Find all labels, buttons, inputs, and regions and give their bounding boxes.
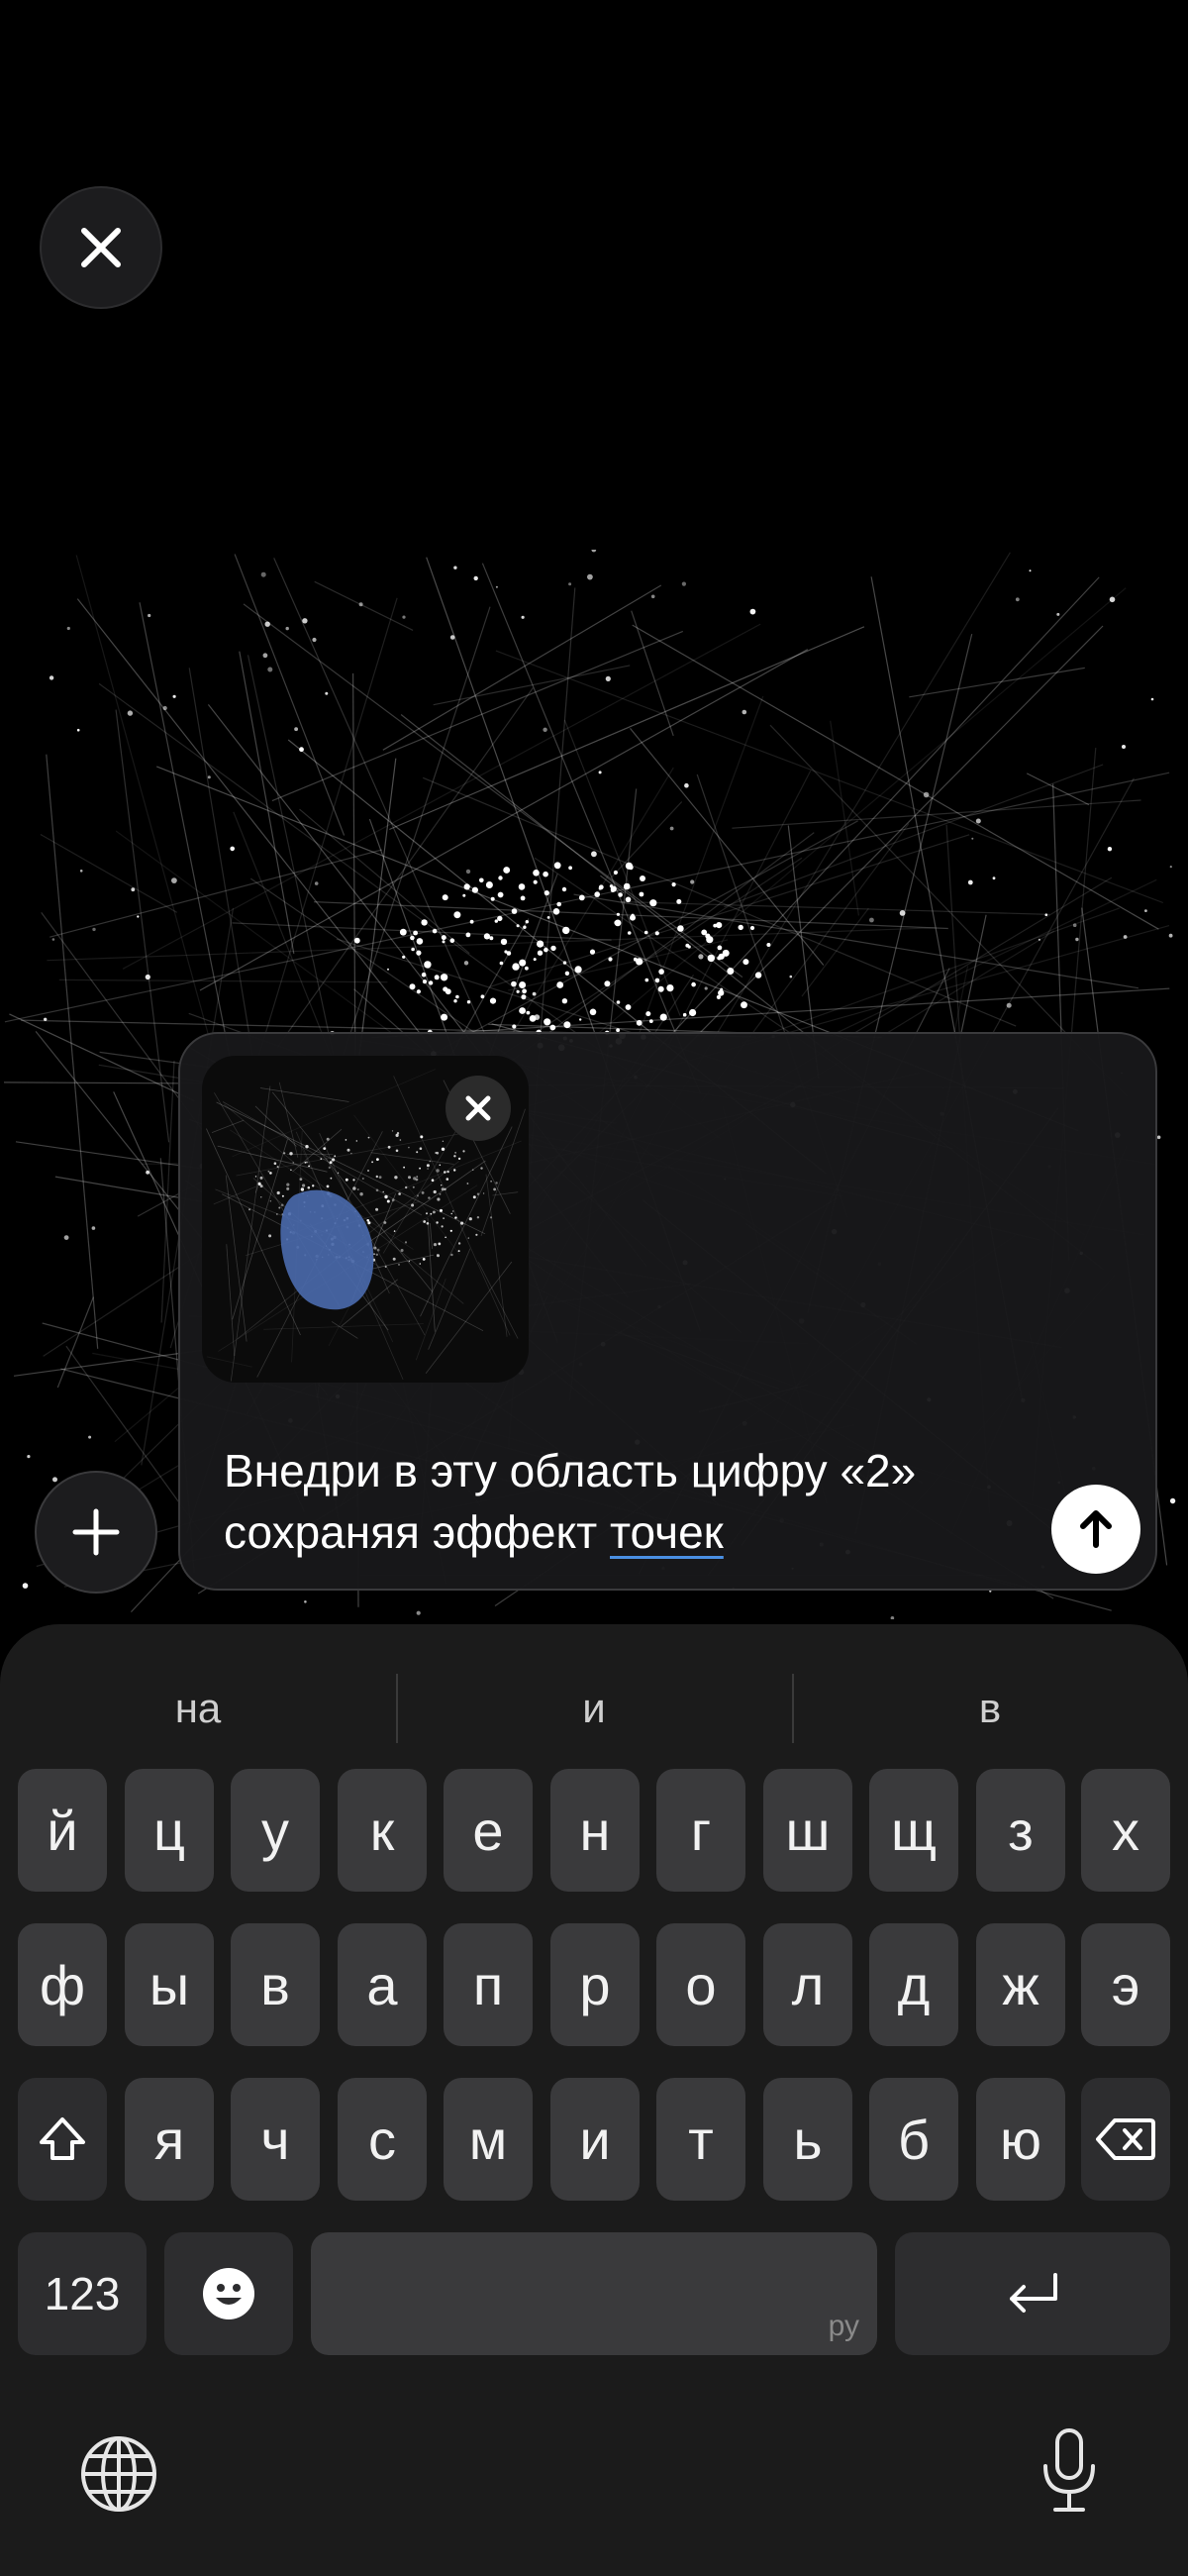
key[interactable]: я xyxy=(125,2078,214,2201)
remove-attachment-button[interactable] xyxy=(446,1076,511,1141)
microphone-button[interactable] xyxy=(1022,2417,1117,2525)
keyboard: на и в й ц у к е н г ш щ з х ф ы в а п р… xyxy=(0,1624,1188,2576)
space-language-hint: ру xyxy=(828,2310,859,2342)
suggestion-3[interactable]: в xyxy=(792,1654,1188,1763)
globe-icon xyxy=(81,2436,156,2512)
shift-icon xyxy=(40,2117,85,2160)
key[interactable]: ш xyxy=(763,1769,852,1892)
plus-icon xyxy=(72,1508,120,1556)
prompt-underlined-word: точек xyxy=(610,1506,724,1558)
key[interactable]: и xyxy=(550,2078,640,2201)
key[interactable]: з xyxy=(976,1769,1065,1892)
key[interactable]: т xyxy=(656,2078,745,2201)
key[interactable]: ы xyxy=(125,1923,214,2046)
key[interactable]: э xyxy=(1081,1923,1170,2046)
prompt-line-2: сохраняя эффект xyxy=(224,1506,610,1558)
key[interactable]: м xyxy=(444,2078,533,2201)
send-button[interactable] xyxy=(1051,1485,1140,1574)
key[interactable]: в xyxy=(231,1923,320,2046)
key[interactable]: р xyxy=(550,1923,640,2046)
key[interactable]: ц xyxy=(125,1769,214,1892)
numbers-key[interactable]: 123 xyxy=(18,2232,147,2355)
key[interactable]: н xyxy=(550,1769,640,1892)
key[interactable]: щ xyxy=(869,1769,958,1892)
arrow-up-icon xyxy=(1080,1510,1112,1548)
suggestion-1[interactable]: на xyxy=(0,1654,396,1763)
prompt-text-field[interactable]: Внедри в эту область цифру «2» сохраняя … xyxy=(224,1440,1036,1563)
close-icon xyxy=(81,228,121,267)
key[interactable]: г xyxy=(656,1769,745,1892)
close-button[interactable] xyxy=(40,186,162,309)
close-icon xyxy=(465,1095,491,1121)
suggestion-2[interactable]: и xyxy=(396,1654,792,1763)
emoji-key[interactable] xyxy=(164,2232,293,2355)
emoji-icon xyxy=(203,2268,254,2319)
key[interactable]: е xyxy=(444,1769,533,1892)
key[interactable]: п xyxy=(444,1923,533,2046)
key[interactable]: й xyxy=(18,1769,107,1892)
key[interactable]: о xyxy=(656,1923,745,2046)
suggestion-bar: на и в xyxy=(0,1654,1188,1763)
return-key[interactable] xyxy=(895,2232,1170,2355)
key[interactable]: к xyxy=(338,1769,427,1892)
key[interactable]: с xyxy=(338,2078,427,2201)
key[interactable]: ф xyxy=(18,1923,107,2046)
key[interactable]: б xyxy=(869,2078,958,2201)
key[interactable]: ж xyxy=(976,1923,1065,2046)
backspace-key[interactable] xyxy=(1081,2078,1170,2201)
backspace-icon xyxy=(1096,2118,1155,2160)
key[interactable]: а xyxy=(338,1923,427,2046)
globe-button[interactable] xyxy=(71,2426,166,2522)
key[interactable]: д xyxy=(869,1923,958,2046)
add-attachment-button[interactable] xyxy=(35,1471,157,1594)
space-key[interactable]: ру xyxy=(311,2232,877,2355)
key[interactable]: х xyxy=(1081,1769,1170,1892)
prompt-composer: Внедри в эту область цифру «2» сохраняя … xyxy=(178,1032,1157,1591)
key[interactable]: ю xyxy=(976,2078,1065,2201)
key[interactable]: ч xyxy=(231,2078,320,2201)
microphone-icon xyxy=(1043,2428,1095,2512)
return-icon xyxy=(1010,2273,1057,2313)
shift-key[interactable] xyxy=(18,2078,107,2201)
prompt-line-1: Внедри в эту область цифру «2» xyxy=(224,1445,917,1496)
key[interactable]: л xyxy=(763,1923,852,2046)
key[interactable]: у xyxy=(231,1769,320,1892)
key[interactable]: ь xyxy=(763,2078,852,2201)
